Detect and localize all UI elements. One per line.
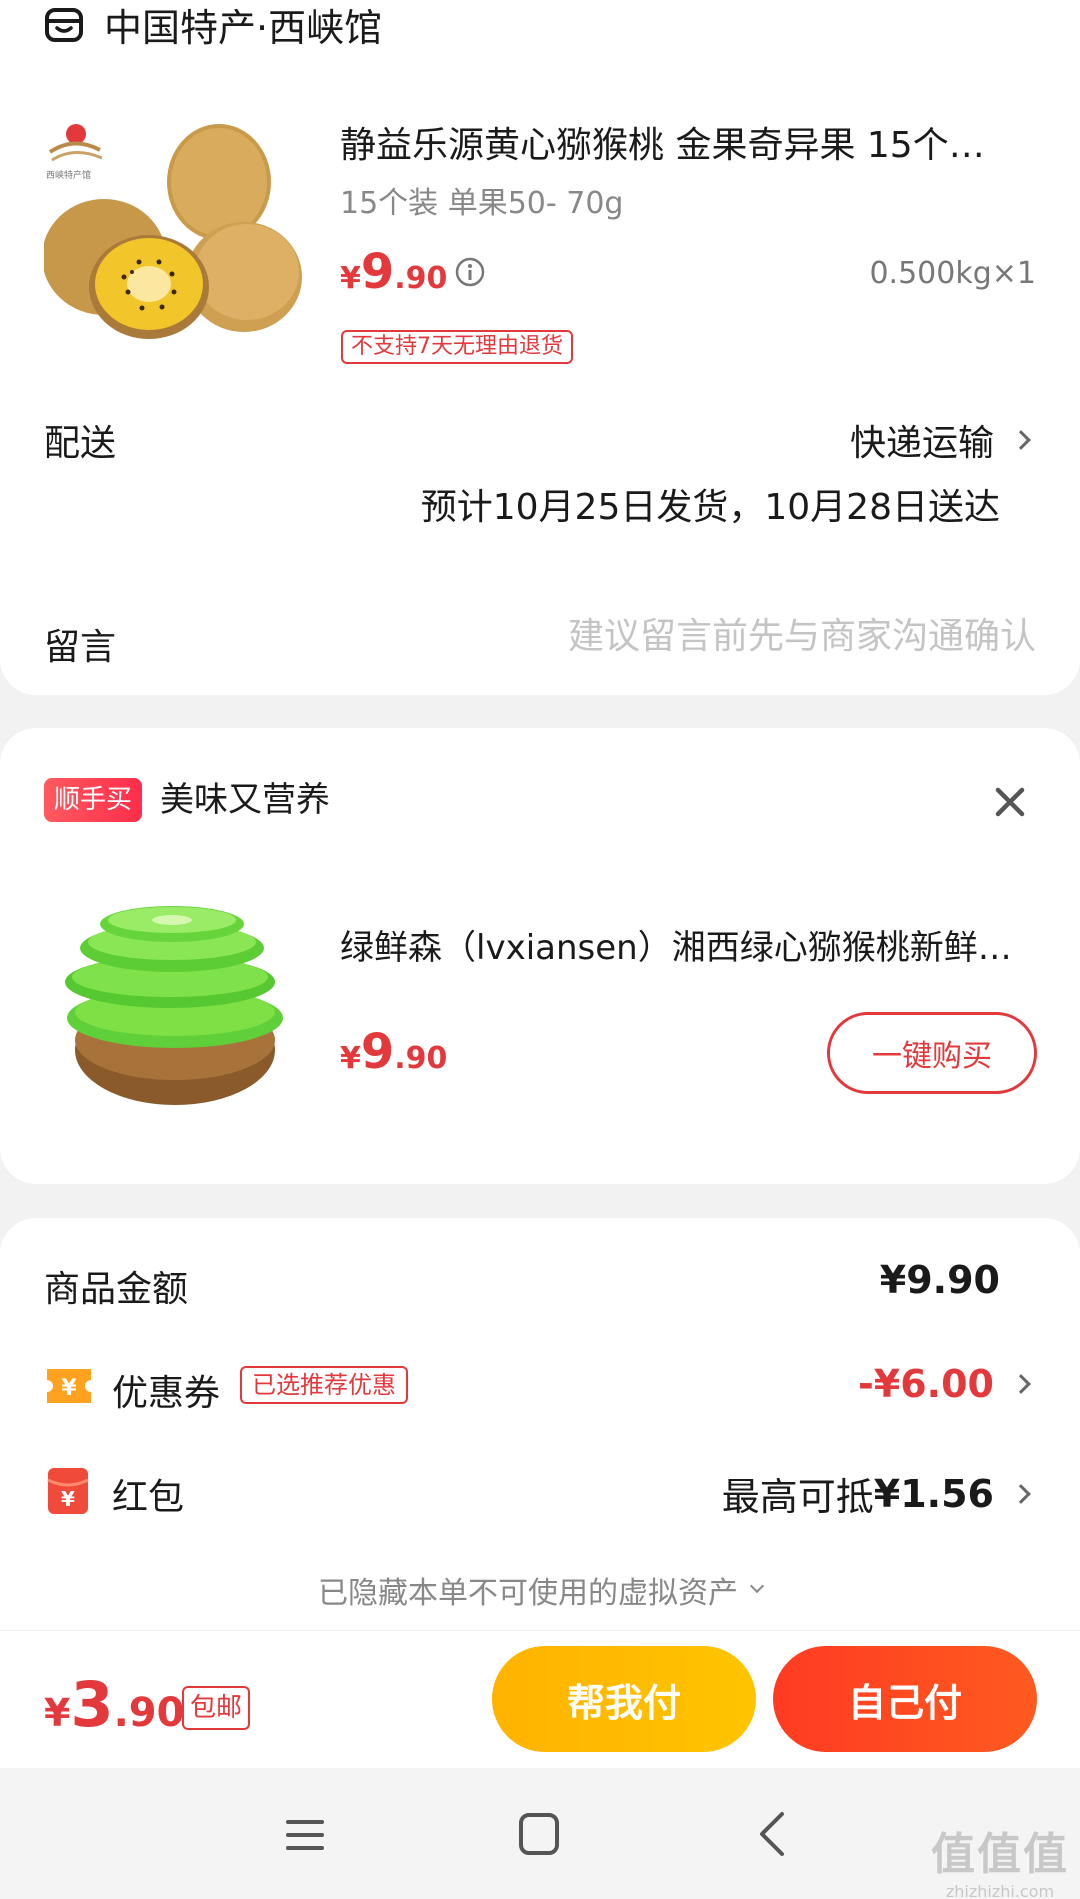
red-packet-icon: ¥ — [47, 1468, 89, 1514]
product-spec: 15个装 单果50- 70g — [340, 186, 624, 221]
red-packet-row-action[interactable]: 最高可抵 ¥1.56 — [721, 1466, 1031, 1521]
coupon-value: -¥6.00 — [858, 1362, 994, 1406]
chevron-right-icon — [1011, 1374, 1031, 1394]
recommend-product-name[interactable]: 绿鲜森（lvxiansen）湘西绿心猕猴桃新鲜… — [340, 920, 1040, 969]
chevron-down-icon — [749, 1578, 765, 1594]
recommend-badge: 顺手买 — [44, 778, 143, 822]
delivery-eta: 预计10月25日发货，10月28日送达 — [420, 487, 1000, 528]
red-packet-prefix: 最高可抵 — [721, 1475, 874, 1519]
chevron-right-icon — [1011, 430, 1031, 450]
price-decimal: .90 — [394, 261, 448, 296]
product-price: ¥9.90 — [340, 244, 447, 300]
delivery-method-text: 快递运输 — [849, 423, 994, 464]
home-icon[interactable] — [518, 1812, 560, 1856]
price-integer: 9 — [360, 244, 395, 300]
shop-name: 中国特产·西峡馆 — [104, 5, 383, 50]
hidden-assets-text: 已隐藏本单不可使用的虚拟资产 — [318, 1576, 738, 1611]
svg-text:¥: ¥ — [61, 1376, 77, 1401]
store-icon — [45, 8, 83, 42]
no-return-tag: 不支持7天无理由退货 — [341, 330, 573, 364]
message-label: 留言 — [44, 627, 117, 668]
quick-buy-button[interactable]: 一键购买 — [827, 1012, 1037, 1094]
message-input[interactable] — [476, 616, 1036, 657]
red-packet-amount: ¥1.56 — [873, 1471, 994, 1516]
free-shipping-badge: 包邮 — [182, 1686, 251, 1730]
close-icon[interactable] — [990, 782, 1030, 822]
total-price: ¥3.90 — [44, 1668, 184, 1741]
watermark-logo: 值值值 — [931, 1829, 1069, 1880]
coupon-icon: ¥ — [47, 1369, 91, 1403]
info-icon[interactable] — [454, 256, 486, 288]
product-title[interactable]: 静益乐源黄心猕猴桃 金果奇异果 15个… — [340, 116, 1040, 168]
hidden-assets-toggle[interactable]: 已隐藏本单不可使用的虚拟资产 — [0, 1568, 1080, 1612]
chevron-right-icon — [1011, 1483, 1031, 1504]
recommend-price: ¥9.90 — [340, 1024, 447, 1080]
shop-header[interactable]: 中国特产·西峡馆 — [44, 0, 382, 50]
price-integer: 3 — [70, 1668, 114, 1741]
goods-amount-value: ¥9.90 — [879, 1258, 1000, 1302]
recommend-product-image[interactable] — [60, 900, 290, 1110]
self-pay-button[interactable]: 自己付 — [773, 1646, 1037, 1752]
goods-amount-label: 商品金额 — [44, 1269, 189, 1310]
currency-symbol: ¥ — [340, 261, 361, 296]
coupon-recommend-tag: 已选推荐优惠 — [240, 1366, 408, 1404]
price-integer: 9 — [360, 1024, 395, 1080]
coupon-row-action[interactable]: -¥6.00 — [858, 1362, 1031, 1406]
watermark: 值值值 zhizhizhi.com — [930, 1818, 1070, 1899]
watermark-url: zhizhizhi.com — [945, 1882, 1055, 1899]
help-pay-button[interactable]: 帮我付 — [492, 1646, 756, 1752]
currency-symbol: ¥ — [340, 1041, 361, 1076]
product-image[interactable]: 西峡特产馆 — [44, 112, 314, 342]
svg-text:西峡特产馆: 西峡特产馆 — [46, 169, 91, 181]
red-packet-label: 红包 — [112, 1477, 185, 1518]
recent-apps-icon[interactable] — [284, 1816, 326, 1854]
currency-symbol: ¥ — [44, 1691, 71, 1735]
price-decimal: .90 — [394, 1041, 448, 1076]
recommend-title: 美味又营养 — [160, 780, 330, 820]
delivery-method[interactable]: 快递运输 — [849, 414, 1031, 466]
back-icon[interactable] — [756, 1810, 786, 1858]
coupon-label: 优惠券 — [112, 1373, 221, 1414]
svg-text:¥: ¥ — [61, 1487, 75, 1511]
product-quantity: 0.500kg×1 — [869, 256, 1036, 291]
price-decimal: .90 — [113, 1690, 185, 1736]
delivery-label: 配送 — [44, 423, 117, 464]
